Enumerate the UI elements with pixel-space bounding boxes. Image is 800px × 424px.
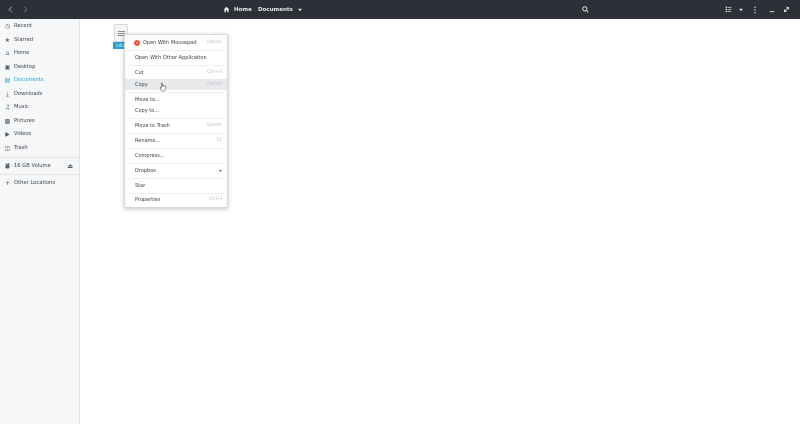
menu-separator (128, 133, 224, 134)
sidebar-item-label: Downloads (14, 91, 43, 97)
picture-icon: ▩ (4, 117, 11, 125)
menu-separator (128, 92, 224, 93)
document-icon: ▤ (4, 76, 11, 84)
plus-icon: + (4, 179, 11, 187)
sidebar-item-label: Desktop (14, 64, 36, 70)
search-icon[interactable] (580, 0, 590, 19)
menu-item-label: Properties (135, 196, 161, 203)
menu-item-label: Star (135, 182, 146, 189)
menu-item-accel: Delete (207, 123, 222, 128)
menu-item-open-with-other[interactable]: Open With Other Application (125, 52, 227, 63)
menu-item-cut[interactable]: Cut Ctrl+X (125, 67, 227, 78)
breadcrumb-home[interactable]: Home (223, 0, 252, 19)
menu-item-label: Rename... (135, 137, 161, 144)
sidebar-divider (0, 157, 79, 158)
arrow-right-icon[interactable] (20, 0, 30, 19)
menu-item-label: Copy to... (135, 107, 159, 114)
menu-item-move-to-trash[interactable]: Move to Trash Delete (125, 120, 227, 131)
minimize-icon[interactable] (767, 0, 776, 19)
sidebar-item-videos[interactable]: ▶ Videos (0, 128, 80, 140)
sidebar-item-desktop[interactable]: ▣ Desktop (0, 61, 80, 73)
desktop-icon: ▣ (4, 63, 11, 71)
menu-item-properties[interactable]: Properties Ctrl+I (125, 194, 227, 205)
sidebar-item-music[interactable]: ♫ Music (0, 101, 80, 113)
sidebar-item-label: Recent (14, 23, 32, 29)
menu-item-label: Cut (135, 69, 144, 76)
chevron-down-icon (298, 8, 302, 11)
menu-item-label: Compress... (135, 152, 165, 159)
sidebar-item-downloads[interactable]: ⤓ Downloads (0, 88, 80, 100)
sidebar-item-label: Home (14, 50, 30, 56)
view-options-chevron-icon[interactable] (736, 0, 745, 19)
restore-icon[interactable] (782, 0, 791, 19)
mousepad-app-icon: ✓ (134, 39, 140, 46)
menu-item-compress[interactable]: Compress... (125, 150, 227, 161)
menu-item-label: Move to... (135, 96, 160, 103)
menu-item-open-with-mousepad[interactable]: ✓ Open With Mousepad Return (125, 37, 227, 48)
menu-item-rename[interactable]: Rename... F2 (125, 135, 227, 146)
menu-item-label: Open With Mousepad (143, 39, 197, 46)
sidebar-item-other-locations[interactable]: + Other Locations (0, 177, 80, 189)
breadcrumb-current-label: Documents (258, 6, 293, 13)
menu-item-label: Open With Other Application (135, 54, 207, 61)
sidebar-item-recent[interactable]: ◷ Recent (0, 20, 80, 32)
clock-icon: ◷ (4, 22, 11, 30)
video-icon: ▶ (5, 130, 10, 138)
menu-item-move-to[interactable]: Move to... (125, 94, 227, 105)
sidebar-item-trash[interactable]: ◫ Trash (0, 142, 80, 154)
header-bar: Home Documents (0, 0, 800, 19)
list-view-icon[interactable] (724, 0, 733, 19)
music-icon: ♫ (4, 103, 11, 111)
sidebar-item-label: Videos (14, 131, 32, 137)
menu-separator (128, 118, 224, 119)
star-icon: ★ (4, 36, 11, 44)
menu-separator (128, 178, 224, 179)
sidebar-item-documents[interactable]: ▤ Documents (0, 74, 80, 86)
sidebar-item-label: Trash (14, 145, 28, 151)
drive-icon: ⛇ (4, 162, 11, 170)
eject-icon[interactable]: ⏏ (67, 163, 73, 170)
sidebar-item-label: Other Locations (14, 180, 56, 186)
menu-item-accel: Ctrl+X (207, 70, 222, 75)
home-icon: ⌂ (5, 49, 10, 57)
sidebar-divider (0, 174, 79, 175)
hand-cursor-icon (159, 82, 166, 92)
menu-item-accel: Ctrl+I (208, 197, 222, 202)
sidebar-item-label: 16 GB Volume (14, 163, 51, 169)
menu-item-accel: Ctrl+C (207, 82, 222, 87)
menu-separator (128, 148, 224, 149)
breadcrumb-current[interactable]: Documents (258, 0, 303, 19)
sidebar-item-label: Documents (14, 77, 44, 83)
sidebar-item-pictures[interactable]: ▩ Pictures (0, 115, 80, 127)
trash-icon: ◫ (4, 144, 11, 152)
sidebar-item-label: Pictures (14, 118, 35, 124)
menu-separator (128, 50, 224, 51)
menu-separator (128, 65, 224, 66)
menu-item-accel: F2 (216, 138, 222, 143)
menu-item-dropbox[interactable]: Dropbox ▸ (125, 165, 227, 176)
menu-item-copy-to[interactable]: Copy to... (125, 105, 227, 116)
home-icon (223, 6, 230, 13)
sidebar-item-volume[interactable]: ⛇ 16 GB Volume ⏏ (0, 160, 80, 172)
menu-item-label: Move to Trash (135, 122, 170, 129)
menu-item-label: Copy (135, 81, 148, 88)
menu-item-label: Dropbox (135, 167, 157, 174)
breadcrumb-home-label: Home (234, 6, 252, 13)
submenu-arrow-icon: ▸ (219, 167, 222, 174)
arrow-left-icon[interactable] (5, 0, 15, 19)
menu-dots-icon[interactable] (751, 0, 759, 19)
context-menu: ✓ Open With Mousepad Return Open With Ot… (124, 34, 228, 208)
menu-separator (128, 163, 224, 164)
menu-item-copy[interactable]: Copy Ctrl+C (125, 79, 227, 90)
sidebar-item-home[interactable]: ⌂ Home (0, 47, 80, 59)
sidebar-item-starred[interactable]: ★ Starred (0, 34, 80, 46)
sidebar-item-label: Starred (14, 37, 34, 43)
sidebar-item-label: Music (14, 104, 29, 110)
sidebar: ◷ Recent ★ Starred ⌂ Home ▣ Desktop ▤ Do… (0, 19, 80, 424)
menu-item-star[interactable]: Star (125, 180, 227, 191)
menu-item-accel: Return (207, 40, 222, 45)
download-icon: ⤓ (6, 90, 9, 98)
